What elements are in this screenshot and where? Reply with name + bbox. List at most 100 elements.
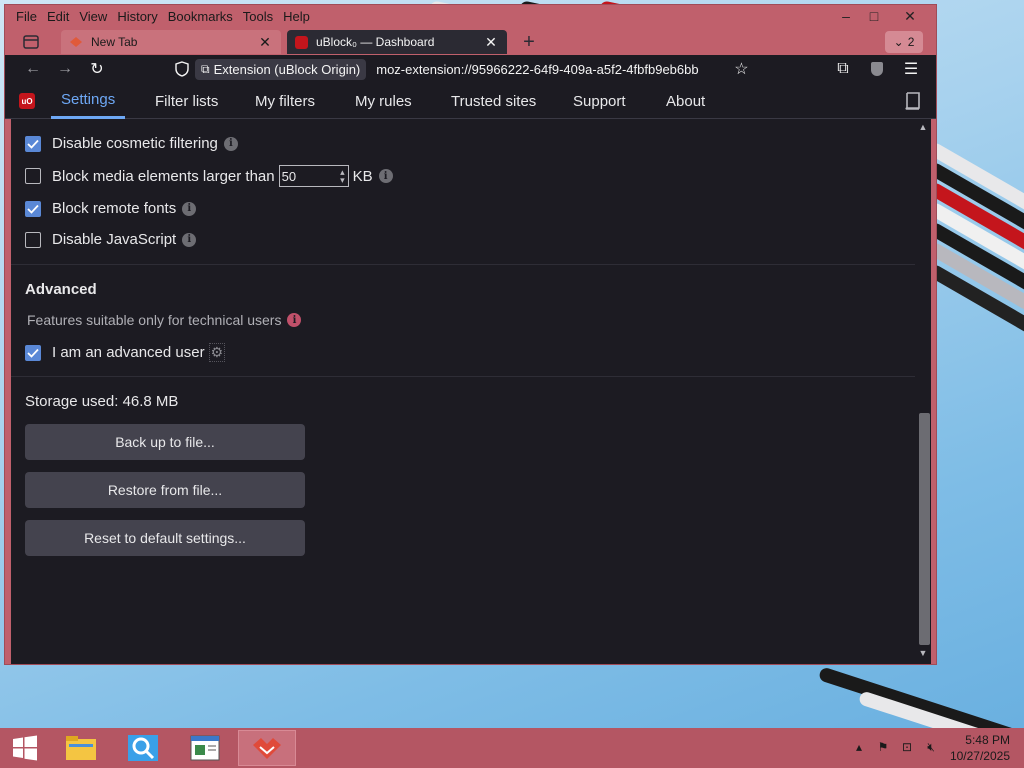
windows-logo-icon [13,735,37,761]
divider [11,376,916,377]
ublock-toolbar-button[interactable] [865,58,889,80]
menu-bar: File Edit View History Bookmarks Tools H… [11,7,315,27]
settings-pane: Disable cosmetic filtering i Block media… [11,119,916,664]
close-tab-icon[interactable]: ✕ [257,34,273,51]
checkmark-icon [27,348,39,358]
info-icon[interactable]: i [182,201,197,216]
new-tab-button[interactable]: + [517,32,541,54]
tab-title: New Tab [91,35,138,49]
puzzle-icon: ⧉ [837,60,849,77]
gears-icon[interactable]: ⚙ [208,343,226,362]
info-icon[interactable]: i [287,313,302,327]
media-size-input[interactable]: 50 ▴ ▾ [278,165,349,187]
clock[interactable]: 5:48 PM 10/27/2025 [950,732,1010,764]
checkbox[interactable] [25,231,41,248]
browser-app-icon [253,738,281,759]
menu-file[interactable]: File [11,7,42,27]
tab-new-tab[interactable]: New Tab ✕ [61,30,281,54]
dashboard-tabs: uO Settings Filter lists My filters My r… [5,83,936,119]
setting-label: Block remote fonts [52,200,177,217]
scroll-up-icon[interactable]: ▲ [917,122,929,134]
tab-my-filters[interactable]: My filters [245,83,325,119]
reset-button[interactable]: Reset to default settings... [25,520,305,556]
window-app-icon [190,735,220,761]
tab-settings[interactable]: Settings [51,83,126,119]
checkbox[interactable] [25,200,41,217]
checkbox[interactable] [25,344,41,361]
setting-unit: KB [352,167,373,185]
tab-trusted-sites[interactable]: Trusted sites [441,83,546,119]
url-text[interactable]: moz-extension://95966222-64f9-409a-a5f2-… [376,62,728,77]
chevron-down-icon: ⌄ [893,35,904,49]
checkbox[interactable] [25,135,41,152]
scrollbar[interactable]: ▲ ▼ [915,119,931,664]
taskbar-search-app[interactable] [114,730,172,766]
backup-button[interactable]: Back up to file... [25,424,305,460]
url-bar[interactable]: ⧉ Extension (uBlock Origin) moz-extensio… [171,57,776,81]
identity-box[interactable]: ⧉ Extension (uBlock Origin) [195,58,367,80]
setting-label: Block media elements larger than [52,167,275,185]
taskbar-window-app[interactable] [176,730,234,766]
taskbar-file-explorer[interactable] [52,730,110,766]
clock-date: 10/27/2025 [949,749,1010,763]
setting-disable-javascript: Disable JavaScript i [25,231,197,248]
back-button[interactable]: ← [21,58,45,80]
volume-muted-icon[interactable]: 🔇︎ [922,738,940,756]
network-icon[interactable]: ⊡ [898,738,916,756]
magnifier-icon [128,735,158,761]
advanced-description: Features suitable only for technical use… [27,312,302,328]
tab-my-rules[interactable]: My rules [345,83,422,119]
setting-advanced-user: I am an advanced user ⚙ [25,343,226,362]
start-button[interactable] [0,730,50,766]
scrollbar-thumb[interactable] [919,413,930,645]
reload-button[interactable]: ↻ [85,58,109,80]
storage-used: Storage used: 46.8 MB [25,393,179,410]
divider [11,264,916,265]
info-icon[interactable]: i [223,136,238,151]
ublock-logo: uO [19,93,35,109]
extensions-button[interactable]: ⧉ [831,58,855,80]
setting-disable-cosmetic-filtering: Disable cosmetic filtering i [25,135,238,152]
info-icon[interactable]: i [182,232,197,247]
menu-bookmarks[interactable]: Bookmarks [163,7,238,27]
action-center-flag-icon[interactable]: ⚑ [874,738,892,756]
restore-button[interactable]: Restore from file... [25,472,305,508]
info-icon[interactable]: i [378,169,393,183]
book-icon[interactable] [904,91,922,111]
spinner-icon[interactable]: ▴ ▾ [340,168,345,185]
maximize-button[interactable]: □ [856,5,892,27]
forward-button[interactable]: → [53,58,77,80]
identity-label: Extension (uBlock Origin) [213,61,361,77]
app-menu-button[interactable]: ☰ [899,58,923,80]
forward-arrow-icon: → [57,60,73,77]
tab-title: uBlock₀ — Dashboard [316,35,435,49]
clock-time: 5:48 PM [965,733,1010,747]
browser-window: File Edit View History Bookmarks Tools H… [4,4,937,665]
tab-support[interactable]: Support [563,83,636,119]
tab-filter-lists[interactable]: Filter lists [145,83,228,119]
tab-about[interactable]: About [656,83,715,119]
checkmark-icon [27,204,39,214]
close-window-button[interactable]: ✕ [892,5,928,27]
scroll-down-icon[interactable]: ▼ [917,648,929,660]
menu-view[interactable]: View [74,7,112,27]
menu-history[interactable]: History [112,7,162,27]
tab-bar: New Tab ✕ uBlock₀ — Dashboard ✕ + ⌄ 2 [5,29,936,55]
nav-bar: ← → ↻ ⧉ Extension (uBlock Origin) moz-ex… [5,55,936,83]
tab-list-button[interactable] [19,31,43,53]
tab-count-button[interactable]: ⌄ 2 [885,31,923,53]
puzzle-icon: ⧉ [201,61,210,76]
taskbar-browser[interactable] [238,730,296,766]
bookmark-star-icon[interactable]: ☆ [734,59,748,79]
checkbox[interactable] [25,168,41,184]
tab-dashboard[interactable]: uBlock₀ — Dashboard ✕ [287,30,507,54]
media-size-value: 50 [281,168,297,184]
menu-edit[interactable]: Edit [42,7,74,27]
close-tab-icon[interactable]: ✕ [483,34,499,51]
hamburger-icon: ☰ [903,61,919,78]
setting-block-remote-fonts: Block remote fonts i [25,200,197,217]
tray-overflow-icon[interactable]: ▴ [850,738,868,756]
setting-label: Disable cosmetic filtering [52,135,218,152]
menu-help[interactable]: Help [278,7,315,27]
menu-tools[interactable]: Tools [238,7,278,27]
